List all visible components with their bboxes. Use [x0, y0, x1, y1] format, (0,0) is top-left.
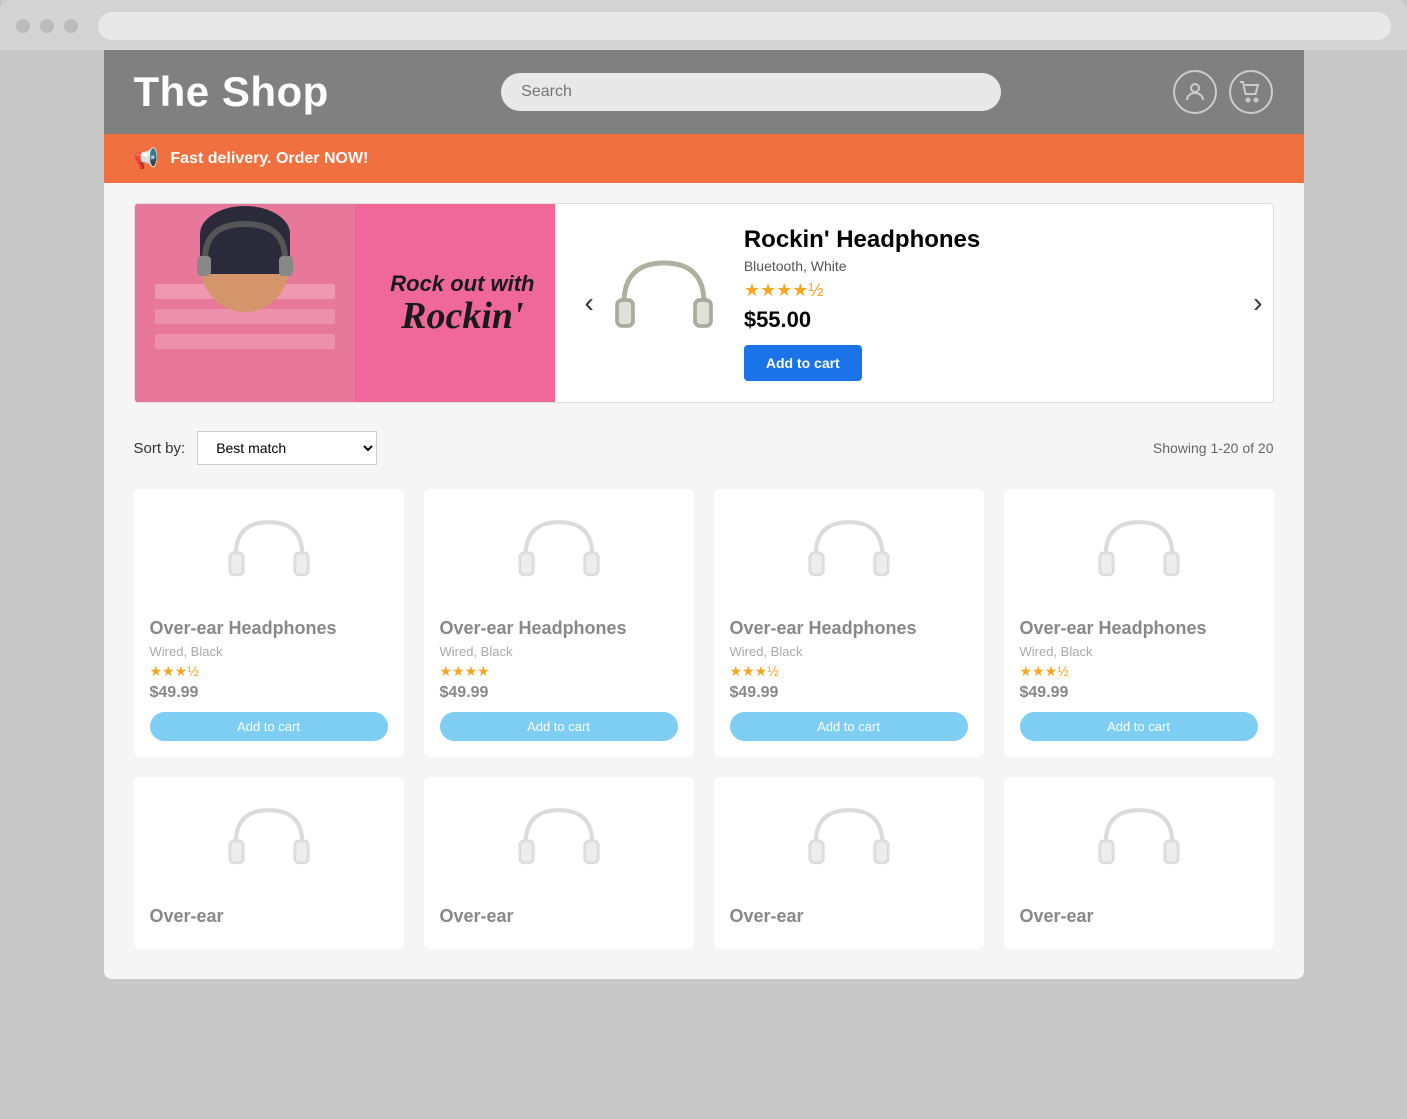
- user-icon-button[interactable]: [1173, 70, 1217, 114]
- product-add-button-2[interactable]: Add to cart: [730, 712, 968, 741]
- banner-product-image: [604, 243, 724, 363]
- headphone-svg-4: [219, 801, 319, 886]
- product-card-4: Over-ear: [134, 777, 404, 948]
- promo-text: Fast delivery. Order NOW!: [170, 150, 368, 168]
- headphone-svg-5: [509, 801, 609, 886]
- product-price-2: $49.99: [730, 684, 968, 702]
- product-name-4: Over-ear: [150, 905, 388, 928]
- product-card-6: Over-ear: [714, 777, 984, 948]
- product-image-4: [209, 793, 329, 893]
- browser-addressbar[interactable]: [98, 12, 1391, 40]
- banner-tagline2: Rockin': [390, 297, 534, 335]
- sort-bar: Sort by: Best match Price: Low to High P…: [134, 427, 1274, 469]
- headphone-svg-1: [509, 513, 609, 598]
- promo-icon: 📢: [134, 146, 159, 171]
- product-name-6: Over-ear: [730, 905, 968, 928]
- product-price-0: $49.99: [150, 684, 388, 702]
- banner-tagline1: Rock out with: [390, 271, 534, 297]
- product-image-3: [1079, 505, 1199, 605]
- product-price-1: $49.99: [440, 684, 678, 702]
- headphone-svg-2: [799, 513, 899, 598]
- browser-dot-yellow: [40, 19, 54, 33]
- featured-product-price: $55.00: [744, 307, 1253, 333]
- browser-chrome: [0, 0, 1407, 50]
- product-name-5: Over-ear: [440, 905, 678, 928]
- product-name-7: Over-ear: [1020, 905, 1258, 928]
- headphone-svg-0: [219, 513, 319, 598]
- site-title: The Shop: [134, 68, 329, 116]
- product-card-3: Over-ear Headphones Wired, Black ★★★½ $4…: [1004, 489, 1274, 757]
- product-name-1: Over-ear Headphones: [440, 617, 678, 640]
- featured-product-subtitle: Bluetooth, White: [744, 258, 1253, 274]
- headphone-svg-3: [1089, 513, 1189, 598]
- site-header: The Shop: [104, 50, 1304, 134]
- product-name-3: Over-ear Headphones: [1020, 617, 1258, 640]
- search-input[interactable]: [501, 73, 1001, 111]
- content-area: Rock out with Rockin' ‹: [104, 183, 1304, 979]
- product-image-2: [789, 505, 909, 605]
- featured-banner: Rock out with Rockin' ‹: [134, 203, 1274, 403]
- product-price-3: $49.99: [1020, 684, 1258, 702]
- product-name-0: Over-ear Headphones: [150, 617, 388, 640]
- product-card-5: Over-ear: [424, 777, 694, 948]
- product-sub-2: Wired, Black: [730, 644, 968, 659]
- product-image-0: [209, 505, 329, 605]
- product-sub-0: Wired, Black: [150, 644, 388, 659]
- headphone-svg-7: [1089, 801, 1189, 886]
- banner-prev-button[interactable]: ‹: [575, 287, 604, 319]
- product-add-button-0[interactable]: Add to cart: [150, 712, 388, 741]
- product-add-button-1[interactable]: Add to cart: [440, 712, 678, 741]
- showing-count: Showing 1-20 of 20: [1153, 440, 1274, 456]
- sort-select[interactable]: Best match Price: Low to High Price: Hig…: [197, 431, 377, 465]
- product-card-0: Over-ear Headphones Wired, Black ★★★½ $4…: [134, 489, 404, 757]
- product-grid: Over-ear Headphones Wired, Black ★★★½ $4…: [134, 489, 1274, 949]
- banner-product-side: ‹ Rockin' Headphones: [555, 204, 1273, 402]
- product-sub-3: Wired, Black: [1020, 644, 1258, 659]
- product-stars-0: ★★★½: [150, 663, 388, 680]
- product-card-2: Over-ear Headphones Wired, Black ★★★½ $4…: [714, 489, 984, 757]
- featured-headphone-svg: [604, 253, 724, 353]
- product-name-2: Over-ear Headphones: [730, 617, 968, 640]
- product-image-1: [499, 505, 619, 605]
- product-card-7: Over-ear: [1004, 777, 1274, 948]
- sort-left: Sort by: Best match Price: Low to High P…: [134, 431, 378, 465]
- featured-product-stars: ★★★★½: [744, 280, 1253, 301]
- banner-image-side: Rock out with Rockin': [135, 204, 555, 402]
- product-stars-2: ★★★½: [730, 663, 968, 680]
- banner-product-info: Rockin' Headphones Bluetooth, White ★★★★…: [744, 226, 1253, 381]
- headphone-svg-6: [799, 801, 899, 886]
- product-image-7: [1079, 793, 1199, 893]
- page-wrap: The Shop 📢 Fast delivery. Order NOW!: [104, 50, 1304, 979]
- banner-person-illustration: [135, 204, 355, 402]
- sort-label: Sort by:: [134, 440, 186, 457]
- cart-icon-button[interactable]: [1229, 70, 1273, 114]
- product-image-6: [789, 793, 909, 893]
- banner-text-overlay: Rock out with Rockin': [390, 271, 534, 335]
- product-stars-1: ★★★★: [440, 663, 678, 680]
- product-stars-3: ★★★½: [1020, 663, 1258, 680]
- product-card-1: Over-ear Headphones Wired, Black ★★★★ $4…: [424, 489, 694, 757]
- product-sub-1: Wired, Black: [440, 644, 678, 659]
- product-add-button-3[interactable]: Add to cart: [1020, 712, 1258, 741]
- product-image-5: [499, 793, 619, 893]
- browser-dot-red: [16, 19, 30, 33]
- banner-next-button[interactable]: ›: [1253, 287, 1262, 319]
- featured-product-name: Rockin' Headphones: [744, 226, 1253, 254]
- featured-add-to-cart-button[interactable]: Add to cart: [744, 345, 862, 381]
- header-icons: [1173, 70, 1273, 114]
- browser-dot-green: [64, 19, 78, 33]
- promo-banner: 📢 Fast delivery. Order NOW!: [104, 134, 1304, 183]
